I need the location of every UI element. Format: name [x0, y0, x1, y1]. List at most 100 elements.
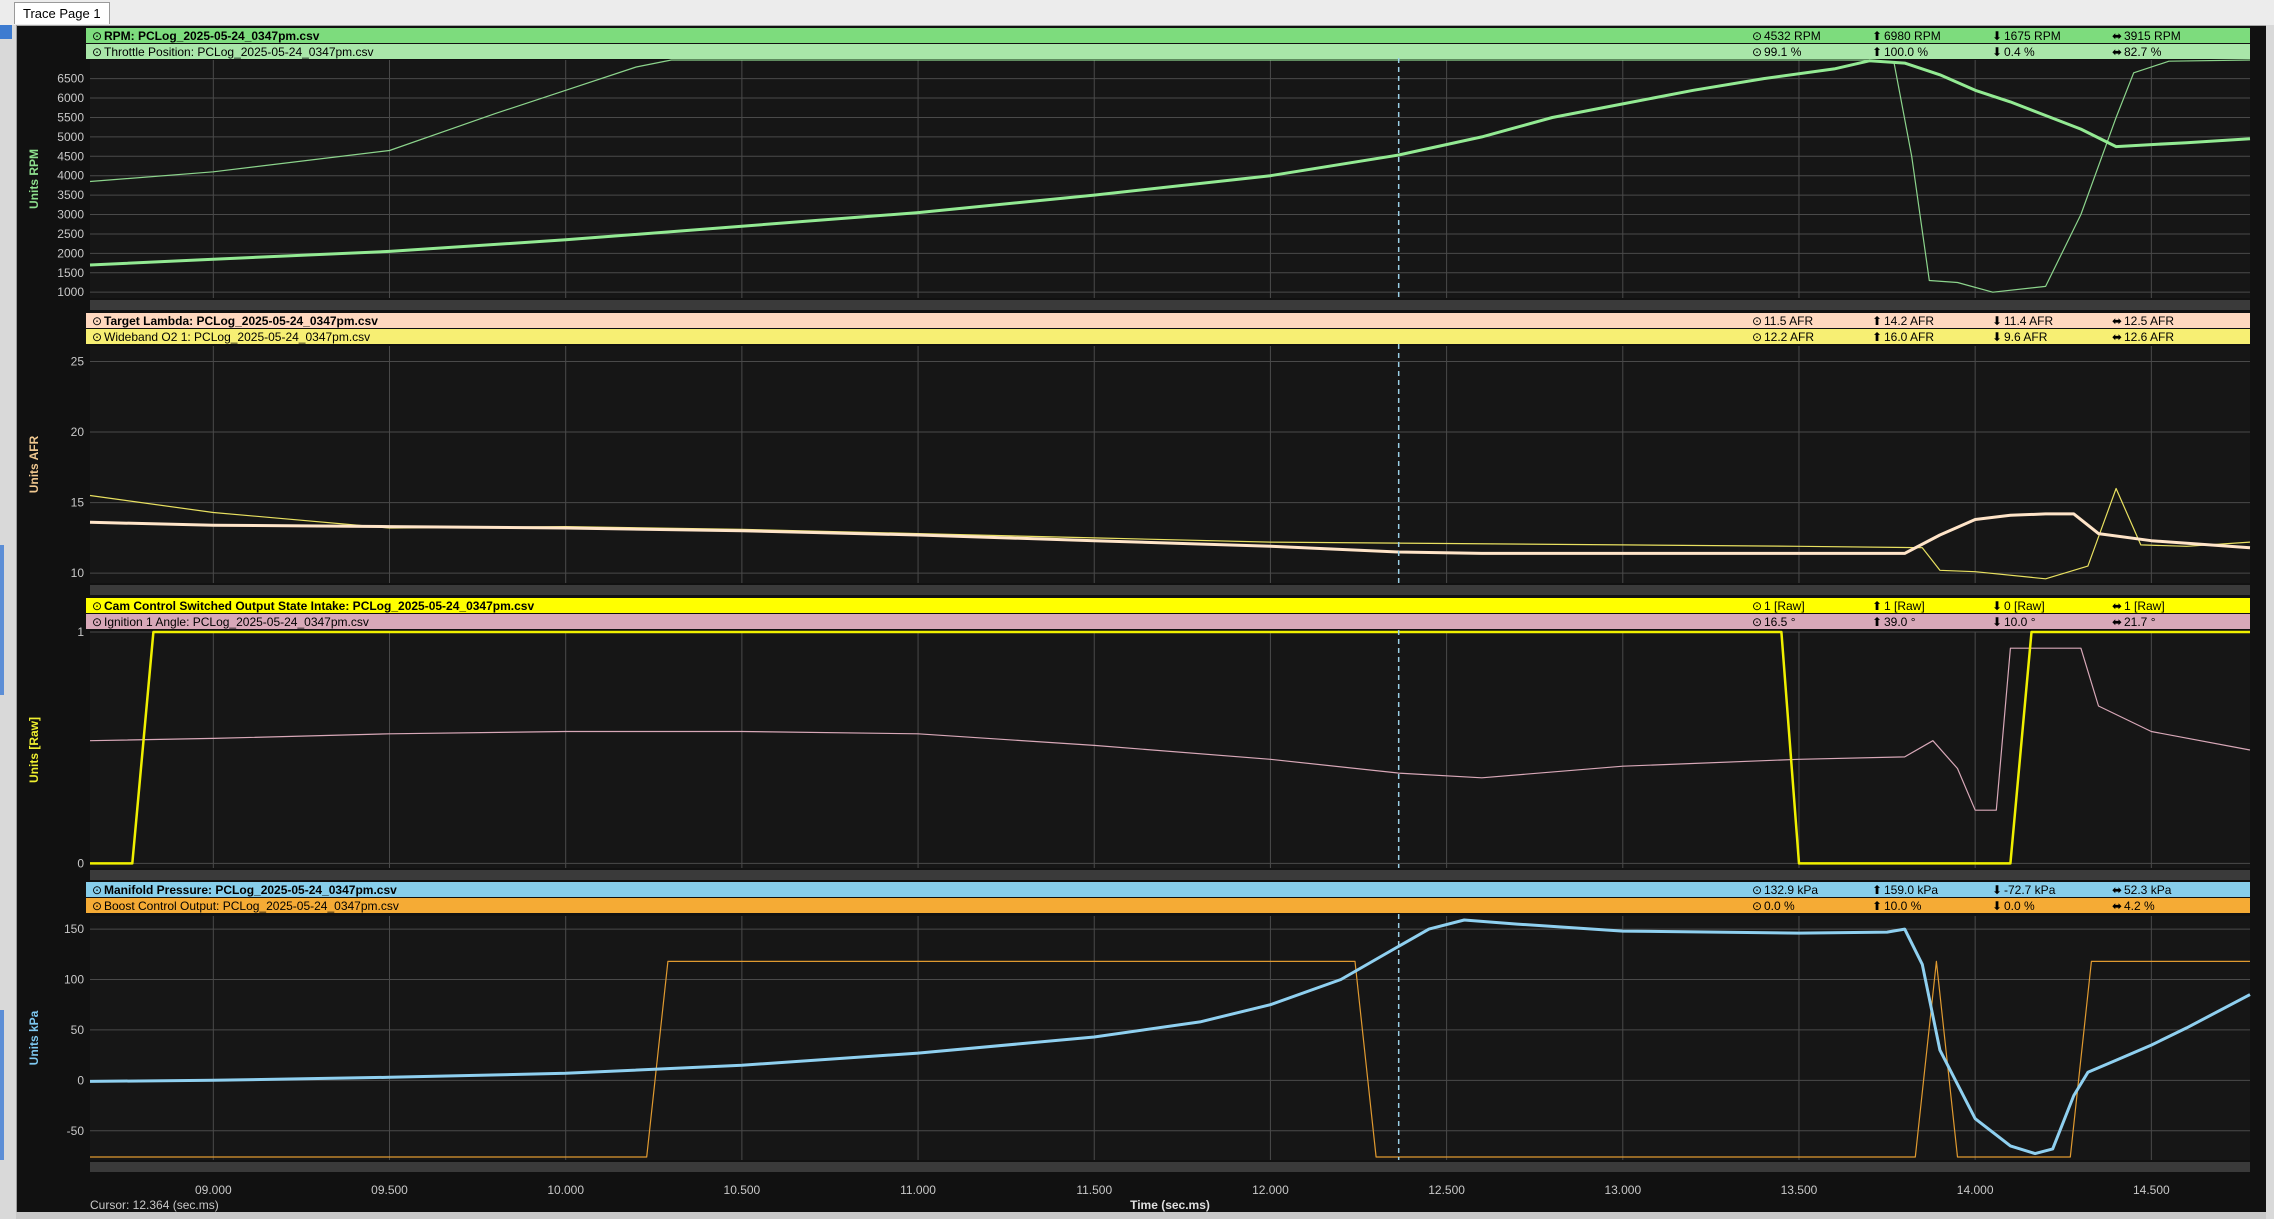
- stat-value: 1 [Raw]: [1764, 599, 1805, 613]
- stat-icon: ⬌: [2112, 899, 2122, 913]
- stat-value: 0.0 %: [2004, 899, 2035, 913]
- y-tick-label: 0: [77, 856, 84, 870]
- y-tick-label: 10: [71, 566, 85, 580]
- series-name: Throttle Position: PCLog_2025-05-24_0347…: [104, 45, 374, 59]
- stat-value: 82.7 %: [2124, 45, 2162, 59]
- stat-value: 16.5 °: [1764, 615, 1796, 629]
- plot-area: [90, 916, 2250, 1160]
- x-tick-label: 10.000: [547, 1183, 584, 1197]
- stat-icon: ⬌: [2112, 615, 2122, 629]
- stat-value: 100.0 %: [1884, 45, 1928, 59]
- visibility-eye-icon: ⊙: [92, 883, 102, 897]
- y-axis-label: Units AFR: [27, 435, 41, 493]
- y-tick-label: 3000: [57, 208, 84, 222]
- series-name: Boost Control Output: PCLog_2025-05-24_0…: [104, 899, 399, 913]
- y-tick-label: 4500: [57, 149, 84, 163]
- y-tick-label: 2000: [57, 246, 84, 260]
- stat-icon: ⬌: [2112, 330, 2122, 344]
- visibility-eye-icon: ⊙: [92, 29, 102, 43]
- stat-value: 12.2 AFR: [1764, 330, 1814, 344]
- stat-icon: ⬇: [1992, 883, 2002, 897]
- stat-value: 4.2 %: [2124, 899, 2155, 913]
- stat-icon: ⬆: [1872, 314, 1882, 328]
- x-axis-label: Time (sec.ms): [1130, 1198, 1210, 1212]
- y-tick-label: 100: [64, 973, 84, 987]
- stat-icon: ⬆: [1872, 599, 1882, 613]
- stat-icon: ⊙: [1752, 314, 1762, 328]
- x-tick-label: 11.000: [900, 1183, 936, 1197]
- stat-value: 0.4 %: [2004, 45, 2035, 59]
- y-axis-label: Units kPa: [27, 1010, 41, 1065]
- series-name: Manifold Pressure: PCLog_2025-05-24_0347…: [104, 883, 397, 897]
- x-tick-label: 09.000: [195, 1183, 232, 1197]
- x-tick-label: 13.500: [1781, 1183, 1818, 1197]
- visibility-eye-icon: ⊙: [92, 45, 102, 59]
- y-tick-label: 5000: [57, 130, 84, 144]
- series-name: Target Lambda: PCLog_2025-05-24_0347pm.c…: [104, 314, 378, 328]
- stat-icon: ⬆: [1872, 883, 1882, 897]
- y-tick-label: 5500: [57, 110, 84, 124]
- stat-value: 14.2 AFR: [1884, 314, 1934, 328]
- stat-icon: ⬆: [1872, 330, 1882, 344]
- panel-scroll-strip: [90, 585, 2250, 595]
- stat-icon: ⊙: [1752, 45, 1762, 59]
- stat-value: 21.7 °: [2124, 615, 2156, 629]
- stat-icon: ⊙: [1752, 899, 1762, 913]
- stat-value: 99.1 %: [1764, 45, 1802, 59]
- stat-value: 1 [Raw]: [1884, 599, 1925, 613]
- y-tick-label: 50: [71, 1023, 85, 1037]
- x-tick-label: 14.000: [1957, 1183, 1994, 1197]
- y-tick-label: 6000: [57, 91, 84, 105]
- stat-value: 52.3 kPa: [2124, 883, 2172, 897]
- stat-value: 132.9 kPa: [1764, 883, 1818, 897]
- stat-value: 12.6 AFR: [2124, 330, 2174, 344]
- stat-value: 9.6 AFR: [2004, 330, 2048, 344]
- stat-value: 10.0 °: [2004, 615, 2036, 629]
- stat-value: 0.0 %: [1764, 899, 1795, 913]
- x-tick-label: 10.500: [724, 1183, 761, 1197]
- visibility-eye-icon: ⊙: [92, 314, 102, 328]
- stat-value: 6980 RPM: [1884, 29, 1941, 43]
- series-name: Ignition 1 Angle: PCLog_2025-05-24_0347p…: [104, 615, 369, 629]
- stat-value: -72.7 kPa: [2004, 883, 2056, 897]
- y-tick-label: 25: [71, 355, 85, 369]
- stat-value: 12.5 AFR: [2124, 314, 2174, 328]
- stat-icon: ⬆: [1872, 45, 1882, 59]
- series-header-bar: [86, 898, 2250, 913]
- series-name: RPM: PCLog_2025-05-24_0347pm.csv: [104, 29, 320, 43]
- y-tick-label: 4000: [57, 169, 84, 183]
- stat-icon: ⬇: [1992, 45, 2002, 59]
- y-tick-label: 6500: [57, 72, 84, 86]
- stat-icon: ⬌: [2112, 883, 2122, 897]
- stat-icon: ⬌: [2112, 29, 2122, 43]
- visibility-eye-icon: ⊙: [92, 899, 102, 913]
- stat-icon: ⬌: [2112, 45, 2122, 59]
- stat-icon: ⬆: [1872, 899, 1882, 913]
- stat-value: 16.0 AFR: [1884, 330, 1934, 344]
- stat-icon: ⬌: [2112, 599, 2122, 613]
- y-axis-label: Units [Raw]: [27, 717, 41, 783]
- y-tick-label: 1: [77, 625, 84, 639]
- stat-icon: ⬌: [2112, 314, 2122, 328]
- y-tick-label: 20: [71, 425, 85, 439]
- y-axis-label: Units RPM: [27, 149, 41, 209]
- x-tick-label: 09.500: [371, 1183, 408, 1197]
- visibility-eye-icon: ⊙: [92, 330, 102, 344]
- y-tick-label: 3500: [57, 188, 84, 202]
- plot-area: [90, 60, 2250, 298]
- stat-icon: ⬇: [1992, 599, 2002, 613]
- trace-chart: ⊙ RPM: PCLog_2025-05-24_0347pm.csv ⊙ 4532 R…: [27, 28, 2251, 1212]
- stat-icon: ⬇: [1992, 29, 2002, 43]
- visibility-eye-icon: ⊙: [92, 615, 102, 629]
- stat-icon: ⬆: [1872, 615, 1882, 629]
- y-tick-label: 150: [64, 922, 84, 936]
- x-tick-label: 12.000: [1252, 1183, 1289, 1197]
- y-tick-label: 15: [71, 496, 85, 510]
- panel-scroll-strip: [90, 870, 2250, 880]
- stat-value: 4532 RPM: [1764, 29, 1821, 43]
- x-tick-label: 14.500: [2133, 1183, 2170, 1197]
- stat-value: 10.0 %: [1884, 899, 1922, 913]
- stat-icon: ⬇: [1992, 314, 2002, 328]
- y-tick-label: 2500: [57, 227, 84, 241]
- stat-icon: ⊙: [1752, 883, 1762, 897]
